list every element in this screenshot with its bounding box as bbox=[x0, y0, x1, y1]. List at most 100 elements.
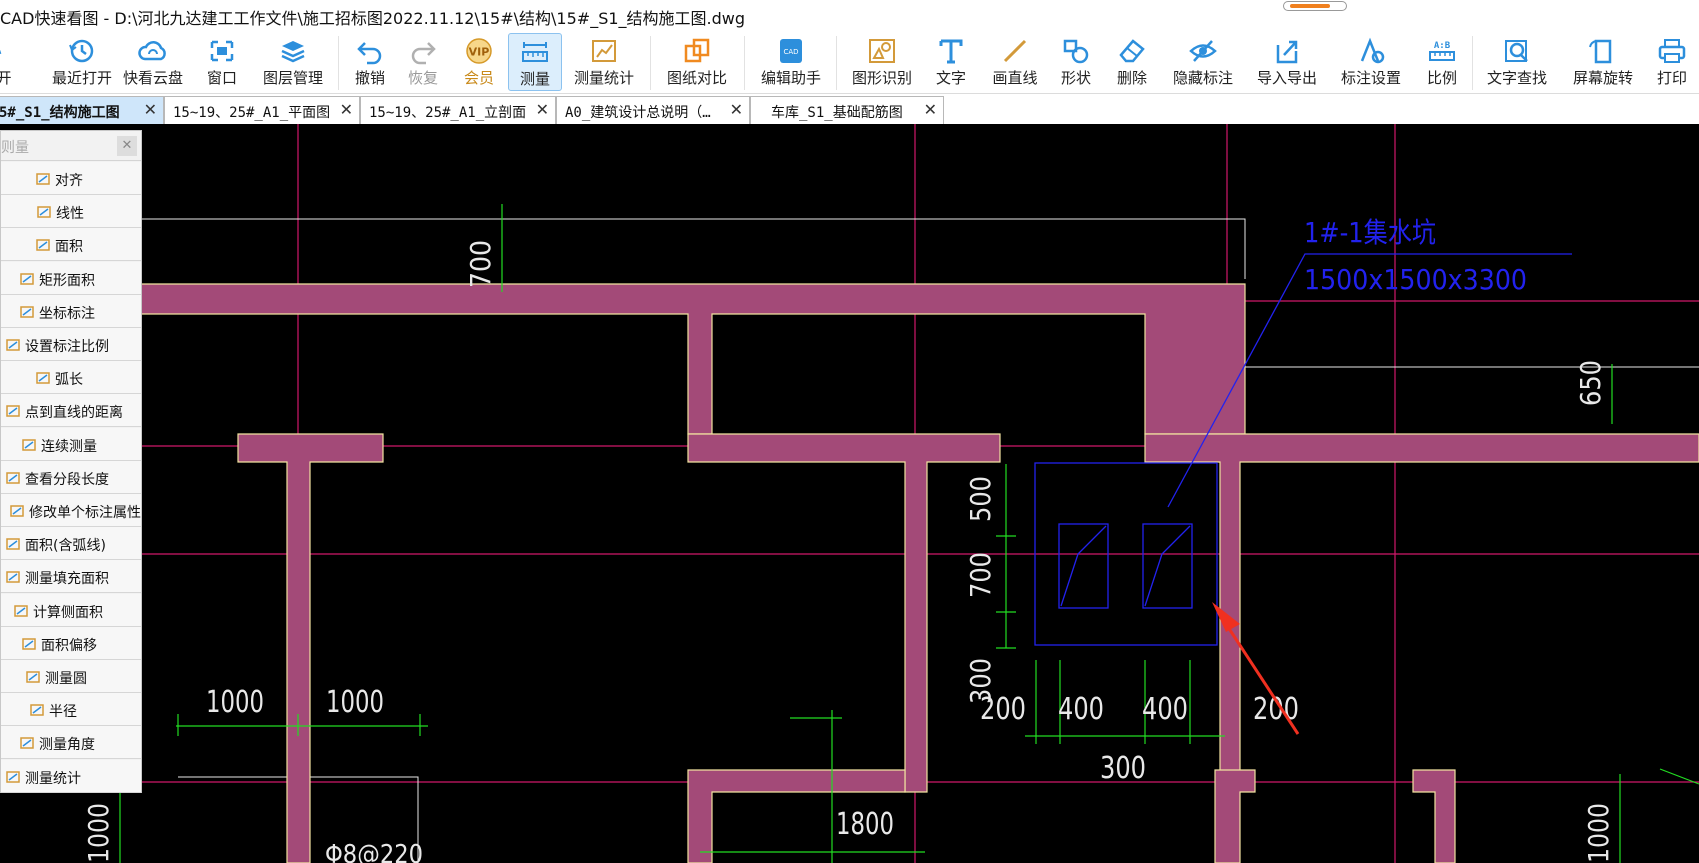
vip-button[interactable]: VIP 会员 bbox=[461, 33, 497, 91]
tab-15-s1-structure[interactable]: 5#_S1_结构施工图 ✕ bbox=[0, 96, 164, 124]
measure-tool-annotation-scale[interactable]: 设置标注比例 bbox=[1, 328, 141, 361]
measure-tool-radius[interactable]: 半径 bbox=[1, 693, 141, 727]
dim-700-side: 700 bbox=[964, 552, 997, 598]
recent-open-button[interactable]: 最近打开 bbox=[34, 33, 130, 91]
text-button[interactable]: 文字 bbox=[933, 33, 969, 91]
measure-icon bbox=[522, 42, 548, 62]
toolbar-separator bbox=[744, 36, 745, 90]
scale-icon: A:B bbox=[1429, 41, 1455, 61]
delete-button[interactable]: 删除 bbox=[1114, 33, 1150, 91]
hide-annotation-icon bbox=[1189, 40, 1217, 62]
dim-500: 500 bbox=[964, 476, 997, 522]
dim-300-bottom: 300 bbox=[1100, 751, 1146, 786]
window-button[interactable]: 窗口 bbox=[200, 33, 244, 91]
measure-tool-label: 点到直线的距离 bbox=[25, 405, 123, 422]
area-offset-icon bbox=[22, 638, 36, 650]
stats-icon bbox=[6, 770, 20, 783]
tab-a1-elevation[interactable]: 15~19、25#_A1_立剖面 ✕ bbox=[360, 96, 556, 124]
dim-1800: 1800 bbox=[836, 807, 894, 842]
open-button[interactable]: 开 bbox=[0, 33, 16, 91]
point-line-distance-icon bbox=[6, 405, 20, 418]
text-search-button[interactable]: 文字查找 bbox=[1484, 33, 1550, 91]
toolbar-separator bbox=[1472, 36, 1473, 90]
hide-annotation-button[interactable]: 隐藏标注 bbox=[1170, 33, 1236, 91]
edit-assistant-button[interactable]: CAD 编辑助手 bbox=[758, 33, 824, 91]
measure-tool-point-line-distance[interactable]: 点到直线的距离 bbox=[1, 394, 141, 428]
measure-tool-area[interactable]: 面积 bbox=[1, 228, 141, 262]
measure-button[interactable]: 测量 bbox=[508, 33, 562, 91]
measure-tool-coordinate[interactable]: 坐标标注 bbox=[1, 294, 141, 328]
rect-area-icon bbox=[20, 272, 34, 285]
scale-button[interactable]: A:B 比例 bbox=[1424, 33, 1460, 91]
measure-tool-label: 弧长 bbox=[55, 372, 83, 389]
linear-measure-icon bbox=[37, 206, 51, 218]
drawing-canvas[interactable]: 1#-1集水坑 1500x1500x3300 700 650 500 700 3… bbox=[0, 124, 1699, 863]
edit-assistant-icon: CAD bbox=[780, 39, 802, 63]
tab-close-icon[interactable]: ✕ bbox=[730, 100, 743, 119]
line-icon bbox=[1003, 39, 1027, 63]
edit-annotation-icon bbox=[10, 505, 24, 517]
annotation-settings-button[interactable]: 标注设置 bbox=[1338, 33, 1404, 91]
radius-icon bbox=[30, 704, 44, 716]
layer-manager-button[interactable]: 图层管理 bbox=[258, 33, 328, 91]
draw-line-button[interactable]: 画直线 bbox=[990, 33, 1040, 91]
dim-1000-b: 1000 bbox=[326, 685, 384, 720]
measure-tool-area-offset[interactable]: 面积偏移 bbox=[1, 626, 141, 660]
svg-text:CAD: CAD bbox=[783, 48, 798, 56]
close-icon[interactable]: ✕ bbox=[117, 136, 137, 156]
tab-close-icon[interactable]: ✕ bbox=[924, 100, 937, 119]
measure-tool-label: 连续测量 bbox=[41, 438, 97, 455]
measure-tool-label: 修改单个标注属性 bbox=[29, 505, 141, 521]
tab-garage-foundation[interactable]: 车库_S1_基础配筋图 ✕ bbox=[750, 96, 944, 124]
dim-1000-a: 1000 bbox=[206, 685, 264, 720]
toolbar-separator bbox=[650, 36, 651, 90]
measure-panel: 则量 ✕ 对齐 线性 面积矩形面积坐标标注设置标注比例 弧长点到直线的距离连续测量查看… bbox=[0, 130, 142, 793]
tab-a0-design-notes[interactable]: A0_建筑设计总说明（… ✕ bbox=[556, 96, 750, 124]
measure-tool-arc-area[interactable]: 面积(含弧线) bbox=[1, 527, 141, 561]
print-button[interactable]: 打印 bbox=[1652, 33, 1692, 91]
shape-recognize-button[interactable]: 图形识别 bbox=[849, 33, 915, 91]
window-control-indicator[interactable] bbox=[1283, 1, 1347, 11]
import-export-icon bbox=[1276, 40, 1298, 64]
measure-tool-rect-area[interactable]: 矩形面积 bbox=[1, 261, 141, 295]
measure-tool-angle[interactable]: 测量角度 bbox=[1, 726, 141, 760]
measure-tool-edit-annotation[interactable]: 修改单个标注属性 bbox=[1, 494, 141, 527]
text-search-icon bbox=[1505, 40, 1528, 62]
measure-tool-label: 矩形面积 bbox=[39, 272, 95, 289]
segment-length-icon bbox=[6, 472, 20, 484]
measure-tool-align-measure[interactable]: 对齐 bbox=[1, 162, 141, 195]
tab-close-icon[interactable]: ✕ bbox=[144, 100, 157, 119]
layers-icon bbox=[281, 41, 305, 63]
dim-200-left: 200 bbox=[980, 692, 1026, 727]
measure-tool-side-area[interactable]: 计算侧面积 bbox=[1, 593, 141, 627]
drawing-compare-button[interactable]: 图纸对比 bbox=[664, 33, 730, 91]
eraser-icon bbox=[1119, 39, 1145, 63]
cloud-drive-button[interactable]: 快看云盘 bbox=[120, 33, 186, 91]
measure-stats-button[interactable]: 测量统计 bbox=[572, 33, 636, 91]
cad-drawing[interactable]: 1#-1集水坑 1500x1500x3300 700 650 500 700 3… bbox=[0, 124, 1699, 863]
sump-pit-size: 1500x1500x3300 bbox=[1304, 263, 1527, 296]
dim-700-top: 700 bbox=[464, 240, 497, 288]
tab-a1-plan[interactable]: 15~19、25#_A1_平面图 ✕ bbox=[164, 96, 360, 124]
rotate-screen-button[interactable]: 屏幕旋转 bbox=[1570, 33, 1636, 91]
shape-button[interactable]: 形状 bbox=[1058, 33, 1094, 91]
undo-button[interactable]: 撤销 bbox=[352, 33, 388, 91]
measure-panel-title: 则量 bbox=[1, 140, 29, 156]
measure-tool-arc-length[interactable]: 弧长 bbox=[1, 361, 141, 395]
tab-close-icon[interactable]: ✕ bbox=[340, 100, 353, 119]
tab-close-icon[interactable]: ✕ bbox=[536, 100, 549, 119]
shape-icon bbox=[1063, 39, 1089, 64]
import-export-button[interactable]: 导入导出 bbox=[1254, 33, 1320, 91]
measure-tool-fill-area[interactable]: 测量填充面积 bbox=[1, 560, 141, 594]
measure-tool-segment-length[interactable]: 查看分段长度 bbox=[1, 460, 141, 494]
measure-tool-stats[interactable]: 测量统计 bbox=[1, 759, 141, 793]
measure-tool-linear-measure[interactable]: 线性 bbox=[1, 195, 141, 229]
measure-tool-continuous-measure[interactable]: 连续测量 bbox=[1, 427, 141, 461]
redo-button[interactable]: 恢复 bbox=[405, 33, 441, 91]
align-measure-icon bbox=[36, 173, 50, 185]
angle-icon bbox=[20, 737, 34, 750]
coordinate-icon bbox=[20, 306, 34, 318]
measure-tool-label: 设置标注比例 bbox=[25, 339, 109, 355]
measure-tool-circle-measure[interactable]: 测量圆 bbox=[1, 660, 141, 693]
measure-tool-label: 测量填充面积 bbox=[25, 571, 109, 588]
